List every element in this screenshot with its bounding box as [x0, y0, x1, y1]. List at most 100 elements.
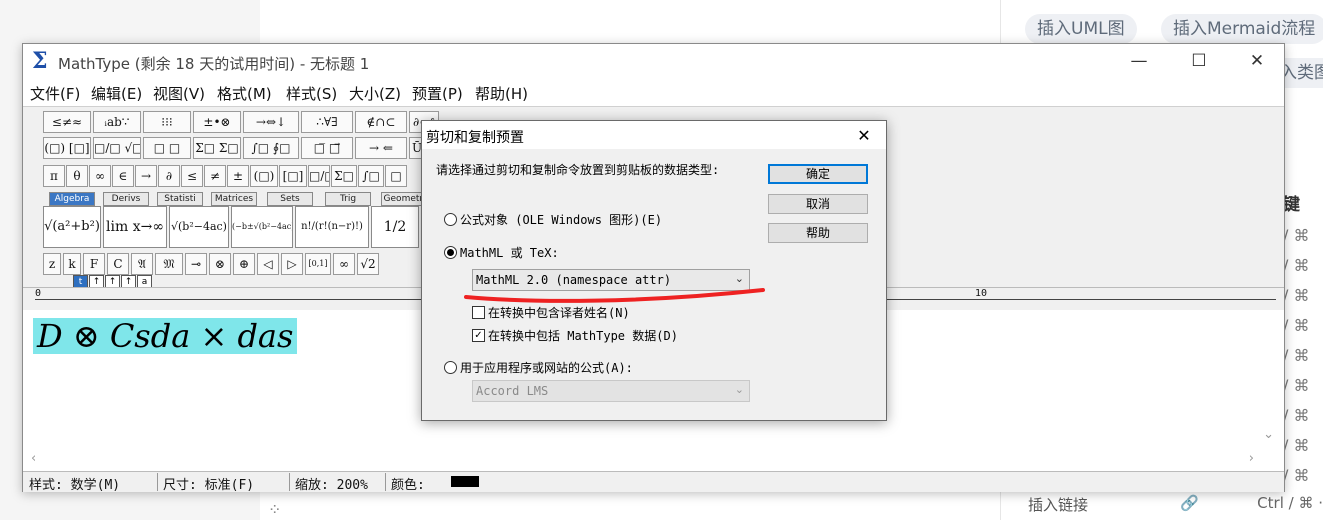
bars-palette-button[interactable]: □̅ □⃗ [301, 137, 353, 159]
drag-handle-icon[interactable]: ⁘ [268, 500, 281, 519]
insert-link-row[interactable]: 插入链接 🔗 Ctrl / ⌘ · [1028, 494, 1323, 516]
status-size: 尺寸: 标准(F) [163, 478, 255, 493]
template-button[interactable]: (□) [250, 165, 278, 187]
symbol-button[interactable]: ∂ [158, 165, 180, 187]
symbol-button[interactable]: ∞ [89, 165, 111, 187]
menu-edit[interactable]: 编辑(E) [91, 83, 142, 104]
help-button[interactable]: 帮助 [768, 223, 868, 243]
relations-palette-button[interactable]: ≤≠≈ [43, 111, 91, 133]
template-button[interactable]: □/□ [308, 165, 330, 187]
tab-statistics[interactable]: Statisti [157, 192, 203, 206]
operators-palette-button[interactable]: ±•⊗ [193, 111, 241, 133]
template-button[interactable]: □ [385, 165, 407, 187]
symbol-button[interactable]: ∈ [112, 165, 134, 187]
template-pythagoras[interactable]: √(a²+b²) [43, 206, 101, 248]
dialog-close-icon[interactable]: ✕ [850, 124, 878, 148]
menu-size[interactable]: 大小(Z) [349, 83, 401, 104]
menu-bar: 文件(F) 编辑(E) 视图(V) 格式(M) 样式(S) 大小(Z) 预置(P… [23, 80, 1284, 104]
chip-insert-mermaid[interactable]: 插入Mermaid流程 [1161, 14, 1323, 44]
chevron-down-icon: ⌄ [734, 272, 744, 285]
symbol-button[interactable]: 𝔐 [155, 253, 183, 275]
template-sqrt-discriminant[interactable]: √(b²−4ac) [169, 206, 229, 248]
scripts-palette-button[interactable]: □ □ [143, 137, 191, 159]
app-target-select[interactable]: Accord LMS ⌄ [472, 380, 750, 402]
symbol-button[interactable]: [0,1] [305, 253, 331, 275]
radio-ole-label: 公式对象 (OLE Windows 图形)(E) [460, 213, 663, 227]
fractions-palette-button[interactable]: □/□ √□ [93, 137, 141, 159]
embellishments-palette-button[interactable]: ⁝⁝⁝ [143, 111, 191, 133]
sets-palette-button[interactable]: ∉∩⊂ [355, 111, 407, 133]
close-button[interactable]: ✕ [1237, 48, 1277, 74]
color-swatch[interactable] [451, 476, 479, 487]
menu-preferences[interactable]: 预置(P) [412, 83, 463, 104]
cancel-button[interactable]: 取消 [768, 194, 868, 214]
checkbox-translator-name[interactable] [472, 306, 485, 319]
symbol-button[interactable]: ≤ [181, 165, 203, 187]
menu-format[interactable]: 格式(M) [217, 83, 272, 104]
spaces-palette-button[interactable]: ᵢab∵ [93, 111, 141, 133]
scroll-right-icon[interactable]: › [1249, 451, 1254, 466]
scroll-left-icon[interactable]: ‹ [31, 451, 36, 466]
symbol-button[interactable]: π [43, 165, 65, 187]
horizontal-scrollbar[interactable]: ‹ › ⌄ [23, 427, 1284, 469]
tab-algebra[interactable]: Algebra [49, 192, 95, 206]
menu-file[interactable]: 文件(F) [30, 83, 80, 104]
template-quadratic-formula[interactable]: (−b±√(b²−4ac))/2a [231, 206, 293, 248]
chip-insert-uml[interactable]: 插入UML图 [1025, 14, 1137, 44]
sums-palette-button[interactable]: Σ□ Σ□ [193, 137, 241, 159]
logic-palette-button[interactable]: ∴∀∃ [301, 111, 353, 133]
ruler-label-ten: 10 [975, 288, 988, 299]
radio-app-formula[interactable] [444, 361, 457, 374]
symbol-button[interactable]: ◁ [257, 253, 279, 275]
symbol-button[interactable]: ⊸ [185, 253, 207, 275]
symbol-button[interactable]: θ [66, 165, 88, 187]
symbol-button[interactable]: √2 [357, 253, 379, 275]
arrows-palette-button[interactable]: →⇔↓ [243, 111, 299, 133]
symbol-button[interactable]: k [63, 253, 81, 275]
integrals-palette-button[interactable]: ∫□ ∮□ [243, 137, 299, 159]
menu-help[interactable]: 帮助(H) [475, 83, 528, 104]
template-button[interactable]: ∫□ [358, 165, 384, 187]
window-title: MathType (剩余 18 天的试用时间) - 无标题 1 [58, 55, 370, 73]
scroll-down-icon[interactable]: ⌄ [1263, 427, 1274, 442]
symbol-button[interactable]: ∞ [333, 253, 355, 275]
shortcut-text: / ⌘ [1283, 346, 1310, 365]
red-underline-annotation [464, 288, 765, 303]
minimize-button[interactable]: — [1119, 48, 1159, 74]
status-separator [289, 473, 290, 491]
template-limit[interactable]: lim x→∞ [103, 206, 167, 248]
symbol-button[interactable]: ± [227, 165, 249, 187]
tab-trig[interactable]: Trig [325, 192, 371, 206]
labeled-arrows-palette-button[interactable]: → ⇐ [355, 137, 407, 159]
status-separator [157, 473, 158, 491]
shortcut-text: / ⌘ [1283, 406, 1310, 425]
tab-matrices[interactable]: Matrices [211, 192, 257, 206]
checkbox-mathtype-data[interactable]: ✓ [472, 329, 485, 342]
symbol-button[interactable]: C [107, 253, 129, 275]
insert-link-label: 插入链接 [1028, 496, 1089, 514]
maximize-button[interactable]: ☐ [1179, 48, 1219, 74]
symbol-button[interactable]: z [43, 253, 61, 275]
symbol-button[interactable]: ⊗ [209, 253, 231, 275]
tab-derivs[interactable]: Derivs [103, 192, 149, 206]
menu-view[interactable]: 视图(V) [153, 83, 205, 104]
chevron-down-icon: ⌄ [734, 383, 744, 396]
template-binomial[interactable]: n!/(r!(n−r)!) [295, 206, 369, 248]
menu-style[interactable]: 样式(S) [286, 83, 337, 104]
template-button[interactable]: [□] [279, 165, 307, 187]
symbol-button[interactable]: F [83, 253, 105, 275]
symbol-button[interactable]: ⊕ [233, 253, 255, 275]
symbol-button[interactable]: ≠ [204, 165, 226, 187]
fences-palette-button[interactable]: (□) [□] [43, 137, 91, 159]
radio-mathml[interactable] [444, 246, 457, 259]
radio-ole[interactable] [444, 213, 457, 226]
symbol-button[interactable]: 𝔄 [131, 253, 153, 275]
template-button[interactable]: Σ□ [331, 165, 357, 187]
ok-button[interactable]: 确定 [768, 164, 868, 184]
template-half[interactable]: 1/2 [371, 206, 419, 248]
selected-formula[interactable]: D ⊗ Csda × das [33, 318, 298, 354]
tab-sets[interactable]: Sets [267, 192, 313, 206]
app-target-value: Accord LMS [476, 384, 549, 398]
symbol-button[interactable]: → [135, 165, 157, 187]
symbol-button[interactable]: ▷ [281, 253, 303, 275]
